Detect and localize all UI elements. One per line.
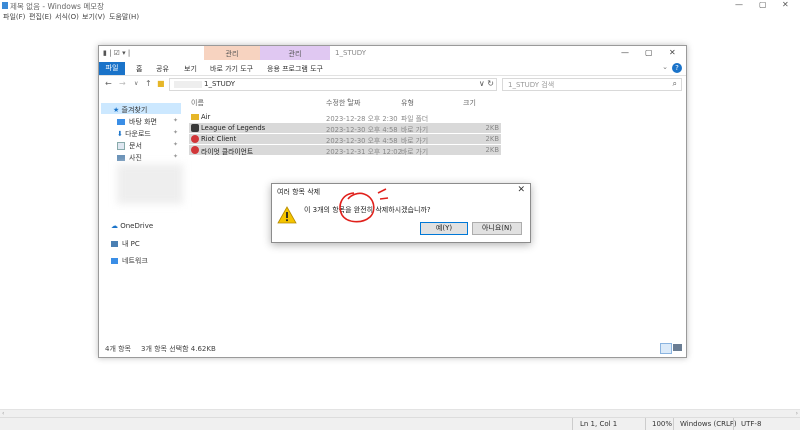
quick-access-toolbar[interactable]: ▮ | ☑ ▾ | bbox=[103, 49, 130, 57]
download-icon: ⬇ bbox=[117, 130, 123, 138]
delete-confirm-dialog: 여러 항목 삭제 ✕ 이 3개의 항목을 완전히 삭제하시겠습니까? 예(Y) … bbox=[271, 183, 531, 243]
status-line-ending: Windows (CRLF) bbox=[680, 420, 737, 428]
pin-icon: ✦ bbox=[173, 153, 179, 160]
tab-share[interactable]: 공유 bbox=[156, 64, 169, 74]
selection-info: 3개 항목 선택함 4.62KB bbox=[141, 345, 216, 353]
column-type[interactable]: 유형 bbox=[401, 98, 414, 108]
minimize-button[interactable]: — bbox=[735, 0, 743, 9]
menu-file[interactable]: 파일(F) bbox=[3, 12, 25, 22]
ribbon-expand-icon[interactable]: ⌄ bbox=[662, 63, 668, 71]
maximize-button[interactable]: ▢ bbox=[759, 0, 767, 9]
nav-desktop[interactable]: 바탕 화면 bbox=[117, 117, 157, 127]
document-icon bbox=[117, 142, 125, 150]
tab-home[interactable]: 홈 bbox=[136, 64, 142, 74]
column-date[interactable]: 수정한 날짜 bbox=[326, 98, 360, 108]
ribbon-tabs: 파일 홈 공유 보기 바로 가기 도구 응용 프로그램 도구 ⌄ ? bbox=[99, 62, 686, 76]
blurred-nav-items bbox=[117, 164, 183, 204]
yes-button[interactable]: 예(Y) bbox=[420, 222, 468, 235]
league-of-legends-icon bbox=[191, 124, 199, 132]
column-size[interactable]: 크기 bbox=[463, 98, 476, 108]
search-icon[interactable]: ⌕ bbox=[673, 79, 677, 89]
search-placeholder: 1_STUDY 검색 bbox=[508, 81, 555, 89]
notepad-title: 제목 없음 - Windows 메모장 bbox=[10, 2, 105, 11]
tab-view[interactable]: 보기 bbox=[184, 64, 197, 74]
back-arrow-icon[interactable]: ← bbox=[105, 79, 112, 88]
tab-manage-app[interactable]: 관리 bbox=[260, 46, 330, 60]
dialog-close-button[interactable]: ✕ bbox=[517, 185, 525, 195]
star-icon: ★ bbox=[113, 106, 120, 114]
tab-shortcut-tools[interactable]: 바로 가기 도구 bbox=[210, 64, 253, 74]
menu-format[interactable]: 서식(O) bbox=[55, 12, 79, 22]
network-icon bbox=[111, 258, 118, 264]
menu-help[interactable]: 도움말(H) bbox=[109, 12, 139, 22]
details-view-icon[interactable] bbox=[660, 343, 672, 354]
column-headers: ^ 이름 수정한 날짜 유형 크기 bbox=[189, 98, 684, 110]
explorer-statusbar: 4개 항목 3개 항목 선택함 4.62KB bbox=[99, 342, 686, 356]
close-button[interactable]: ✕ bbox=[782, 0, 789, 9]
notepad-titlebar: 제목 없음 - Windows 메모장 — ▢ ✕ bbox=[0, 0, 800, 12]
nav-this-pc[interactable]: 내 PC bbox=[111, 239, 140, 249]
pin-icon: ✦ bbox=[173, 117, 179, 124]
status-encoding: UTF-8 bbox=[741, 420, 762, 428]
explorer-titlebar: ▮ | ☑ ▾ | 관리 관리 1_STUDY — ▢ ✕ bbox=[99, 46, 686, 62]
dialog-title: 여러 항목 삭제 bbox=[277, 188, 321, 196]
explorer-close-button[interactable]: ✕ bbox=[669, 48, 676, 57]
address-bar[interactable]: 1_STUDY ∨ ↻ bbox=[169, 78, 497, 91]
large-icons-view-icon[interactable] bbox=[673, 344, 682, 351]
folder-icon: ■ bbox=[157, 79, 165, 88]
desktop-icon bbox=[117, 119, 125, 125]
tab-manage-shortcut[interactable]: 관리 bbox=[204, 46, 260, 60]
search-input[interactable]: 1_STUDY 검색 ⌕ bbox=[502, 78, 682, 91]
help-icon[interactable]: ? bbox=[672, 63, 682, 73]
nav-network[interactable]: 네트워크 bbox=[111, 256, 148, 266]
explorer-title: 1_STUDY bbox=[335, 49, 367, 57]
notepad-menubar: 파일(F) 편집(E) 서식(O) 보기(V) 도움말(H) bbox=[0, 12, 800, 22]
file-row[interactable]: League of Legends 2023-12-30 오후 4:58 바로 … bbox=[189, 123, 501, 134]
file-row[interactable]: Riot Client 2023-12-30 오후 4:58 바로 가기 2KB bbox=[189, 134, 501, 145]
blurred-path bbox=[174, 81, 202, 88]
status-zoom: 100% bbox=[652, 420, 673, 428]
notepad-statusbar: Ln 1, Col 1 100% Windows (CRLF) UTF-8 bbox=[0, 417, 800, 430]
address-path: 1_STUDY bbox=[204, 80, 236, 88]
refresh-icon[interactable]: ∨ ↻ bbox=[479, 79, 494, 88]
computer-icon bbox=[111, 241, 118, 247]
notepad-icon bbox=[2, 2, 8, 9]
explorer-maximize-button[interactable]: ▢ bbox=[645, 48, 653, 57]
scroll-right-icon[interactable]: › bbox=[796, 410, 798, 417]
nav-downloads[interactable]: ⬇ 다운로드 bbox=[117, 129, 151, 139]
red-circle-annotation bbox=[339, 188, 389, 223]
tab-file[interactable]: 파일 bbox=[99, 62, 125, 75]
menu-edit[interactable]: 편집(E) bbox=[29, 12, 52, 22]
address-row: ← → ∨ ↑ ■ 1_STUDY ∨ ↻ 1_STUDY 검색 ⌕ bbox=[99, 77, 686, 91]
scroll-left-icon[interactable]: ‹ bbox=[2, 410, 4, 417]
menu-view[interactable]: 보기(V) bbox=[82, 12, 105, 22]
forward-arrow-icon[interactable]: → bbox=[119, 79, 126, 88]
warning-icon bbox=[277, 206, 297, 224]
folder-icon bbox=[191, 114, 199, 120]
nav-onedrive[interactable]: ☁ OneDrive bbox=[111, 222, 153, 230]
tab-app-tools[interactable]: 응용 프로그램 도구 bbox=[267, 64, 323, 74]
pin-icon: ✦ bbox=[173, 129, 179, 136]
navigation-pane: ★ 즐겨찾기 바탕 화면 ✦ ⬇ 다운로드 ✦ 문서 ✦ 사진 ✦ ☁ OneD… bbox=[99, 96, 187, 336]
nav-documents[interactable]: 문서 bbox=[117, 141, 142, 151]
riot-client-icon bbox=[191, 146, 199, 154]
up-arrow-icon[interactable]: ↑ bbox=[145, 79, 152, 88]
pictures-icon bbox=[117, 155, 125, 161]
item-count: 4개 항목 bbox=[105, 345, 131, 353]
no-button[interactable]: 아니요(N) bbox=[472, 222, 522, 235]
nav-quick-access[interactable]: ★ 즐겨찾기 bbox=[113, 105, 147, 115]
cloud-icon: ☁ bbox=[111, 222, 118, 230]
explorer-minimize-button[interactable]: — bbox=[621, 48, 629, 57]
column-name[interactable]: 이름 bbox=[191, 98, 204, 108]
status-position: Ln 1, Col 1 bbox=[580, 420, 618, 428]
pin-icon: ✦ bbox=[173, 141, 179, 148]
nav-pictures[interactable]: 사진 bbox=[117, 153, 142, 163]
file-row[interactable]: Air 2023-12-28 오후 2:30 파일 폴더 bbox=[189, 112, 501, 123]
file-row[interactable]: 라이엇 클라이언트 2023-12-31 오후 12:02 바로 가기 2KB bbox=[189, 145, 501, 156]
recent-dropdown-icon[interactable]: ∨ bbox=[134, 80, 138, 87]
riot-client-icon bbox=[191, 135, 199, 143]
